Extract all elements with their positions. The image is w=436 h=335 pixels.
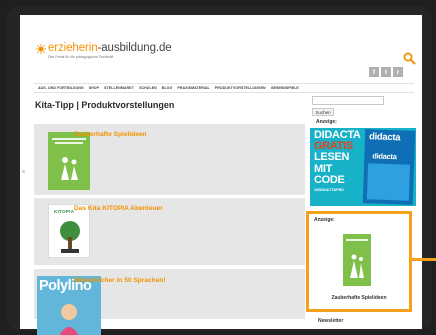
ad-magazine-cover: didacta didacta xyxy=(362,129,416,205)
nav-item-blog[interactable]: BLOG xyxy=(162,86,173,90)
magazine-photo xyxy=(366,163,411,201)
ad-label: Anzeige: xyxy=(314,217,335,223)
didacta-advertisement[interactable]: DIDACTA GRATIS LESEN MIT CODE 19DIDACTAF… xyxy=(310,128,416,206)
facebook-icon[interactable]: f xyxy=(369,67,379,77)
main-navigation: AUS- UND FORTBILDUNG SHOP STELLENMARKT S… xyxy=(34,83,414,93)
nav-item-praxismaterial[interactable]: PRAXISMATERIAL xyxy=(177,86,209,90)
nav-item-produktvorstellungen[interactable]: PRODUKTVORSTELLUNGEN xyxy=(215,86,266,90)
search-input[interactable] xyxy=(312,96,384,105)
search-icon[interactable] xyxy=(402,51,416,65)
cover-title-bar xyxy=(346,239,368,241)
cover-child-illustration xyxy=(59,304,79,335)
book-cover-image[interactable]: KITOPIA xyxy=(48,204,90,258)
ad-line-lesen: LESEN xyxy=(314,151,350,164)
ad-promo-code: 19DIDACTAFB0 xyxy=(314,187,344,193)
logo-tagline: Das Portal für die pädagogische Fachkraf… xyxy=(48,55,114,59)
product-title-link[interactable]: Das Kita KITOPIA Abenteuer xyxy=(74,205,163,212)
newsletter-heading: Newsletter xyxy=(318,318,344,324)
featured-caption[interactable]: Zauberhafte Spielideen xyxy=(306,295,412,301)
twitter-icon[interactable]: t xyxy=(381,67,391,77)
nav-item-ausbildung[interactable]: AUS- UND FORTBILDUNG xyxy=(38,86,84,90)
sun-logo-icon xyxy=(36,44,46,54)
nav-item-gewinnspiele[interactable]: GEWINNSPIELE xyxy=(271,86,299,90)
nav-item-stellenmarkt[interactable]: STELLENMARKT xyxy=(104,86,134,90)
cover-illustration xyxy=(61,157,78,180)
ad-text: DIDACTA GRATIS LESEN MIT CODE 19DIDACTAF… xyxy=(314,129,362,193)
logo-text-part2: -ausbildung.de xyxy=(97,42,172,54)
magazine-title: didacta xyxy=(368,131,401,144)
page-title: Kita-Tipp | Produktvorstellungen xyxy=(35,100,175,110)
nav-item-schulen[interactable]: SCHULEN xyxy=(139,86,157,90)
cover-subtitle-bar xyxy=(55,142,83,144)
magazine-title-secondary: didacta xyxy=(372,151,397,162)
book-cover-image[interactable] xyxy=(48,132,90,190)
ad-label: Anzeige: xyxy=(316,119,337,125)
social-links: f t r xyxy=(369,67,403,77)
cover-title-bar xyxy=(52,138,86,140)
logo-text: erzieherin-ausbildung.de xyxy=(48,42,172,54)
book-cover-image[interactable]: Polylino xyxy=(37,276,101,335)
product-title-link[interactable]: Zauberhafte Spielideen xyxy=(74,131,147,138)
product-title-link[interactable]: Bilderbücher in 50 Sprachen! xyxy=(74,277,166,284)
cover-tree-illustration xyxy=(60,221,80,253)
cover-illustration xyxy=(350,254,364,278)
nav-item-shop[interactable]: SHOP xyxy=(89,86,99,90)
rss-icon[interactable]: r xyxy=(393,67,403,77)
ad-line-code: MIT CODE xyxy=(314,162,345,186)
highlight-connector-line xyxy=(412,258,436,261)
side-caption-top xyxy=(24,18,30,78)
search-button[interactable]: Suchen xyxy=(312,108,334,116)
side-dot xyxy=(22,170,25,173)
logo-text-part1: erzieherin xyxy=(48,42,98,54)
cover-title: KITOPIA xyxy=(54,209,75,214)
featured-book-cover[interactable] xyxy=(343,234,371,286)
